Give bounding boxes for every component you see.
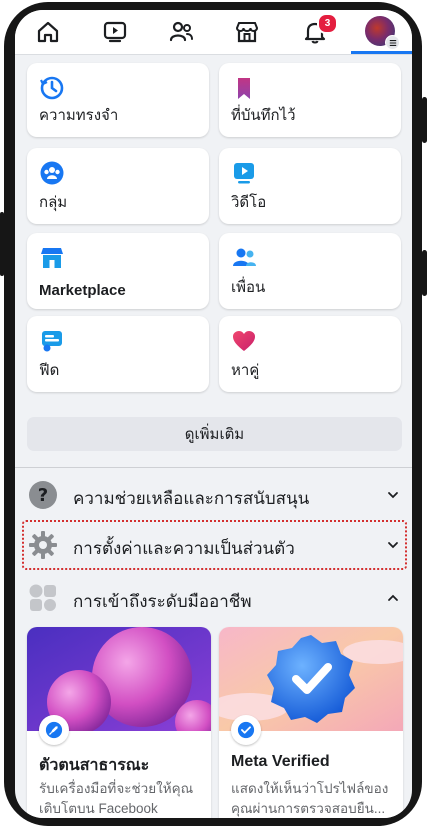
- marketplace-store-icon: [41, 248, 63, 268]
- dating-heart-icon: [233, 331, 255, 351]
- tab-notifications[interactable]: 3: [295, 13, 338, 47]
- tab-menu-profile[interactable]: [365, 16, 400, 50]
- help-question-icon: ?: [29, 481, 57, 509]
- shortcut-feeds[interactable]: ฟีด: [27, 316, 209, 392]
- shortcut-label: ฟีด: [39, 362, 60, 379]
- chevron-down-icon: [388, 492, 398, 499]
- settings-highlight-box: [22, 520, 407, 570]
- marketplace-store-icon: [235, 22, 259, 43]
- verified-badge-icon: [231, 715, 261, 745]
- shortcut-label: ที่บันทึกไว้: [231, 107, 296, 124]
- tab-marketplace[interactable]: [227, 17, 267, 47]
- professional-tiles-icon: [29, 584, 56, 611]
- video-icon: [234, 163, 254, 184]
- chevron-up-icon: [388, 594, 398, 601]
- shortcut-label: ความทรงจำ: [39, 107, 119, 124]
- shortcut-memories[interactable]: ความทรงจำ: [27, 63, 209, 137]
- professional-access-row[interactable]: การเข้าถึงระดับมืออาชีพ: [15, 576, 412, 620]
- shortcut-friends[interactable]: เพื่อน: [219, 233, 401, 309]
- volume-button: [0, 212, 4, 276]
- card-description: รับเครื่องมือที่จะช่วยให้คุณเติบโตบน Fac…: [39, 781, 194, 816]
- shortcut-label: กลุ่ม: [39, 194, 68, 211]
- feeds-icon: [42, 331, 62, 352]
- power-button: [422, 97, 427, 143]
- public-presence-card[interactable]: ตัวตนสาธารณะ รับเครื่องมือที่จะช่วยให้คุ…: [27, 627, 211, 818]
- meta-verified-card[interactable]: Meta Verified แสดงให้เห็นว่าโปรไฟล์ของคุ…: [219, 627, 403, 818]
- tab-friends[interactable]: [161, 17, 201, 47]
- rocket-icon: [39, 715, 69, 745]
- shortcut-label: Marketplace: [39, 282, 126, 299]
- active-tab-indicator: [351, 51, 412, 54]
- tab-video[interactable]: [95, 17, 135, 47]
- shortcut-label: วิดีโอ: [231, 194, 267, 211]
- shortcut-label: หาคู่: [231, 362, 260, 379]
- shortcut-dating[interactable]: หาคู่: [219, 316, 401, 392]
- help-support-row[interactable]: ? ความช่วยเหลือและการสนับสนุน: [15, 473, 412, 517]
- divider: [15, 467, 412, 468]
- friends-icon: [233, 248, 256, 266]
- card-title: ตัวตนสาธารณะ: [39, 757, 150, 774]
- professional-access-label: การเข้าถึงระดับมืออาชีพ: [73, 592, 252, 611]
- card-description: แสดงให้เห็นว่าโปรไฟล์ของคุณผ่านการตรวจสอ…: [231, 781, 389, 816]
- memories-clock-icon: [40, 76, 64, 100]
- top-tab-bar: 3: [15, 10, 412, 55]
- app-screen: 3 ความทรงจำ ที่บันทึกไว้ กลุ่ม วิดีโอ Ma…: [15, 10, 412, 818]
- shortcut-marketplace[interactable]: Marketplace: [27, 233, 209, 309]
- shortcut-groups[interactable]: กลุ่ม: [27, 148, 209, 224]
- shortcut-video[interactable]: วิดีโอ: [219, 148, 401, 224]
- shortcut-saved[interactable]: ที่บันทึกไว้: [219, 63, 401, 137]
- friends-icon: [169, 21, 193, 42]
- menu-icon: [385, 35, 400, 50]
- svg-text:?: ?: [38, 485, 48, 506]
- saved-bookmark-icon: [238, 78, 250, 99]
- tab-home[interactable]: [28, 17, 68, 47]
- help-support-label: ความช่วยเหลือและการสนับสนุน: [73, 489, 310, 508]
- groups-icon: [40, 161, 64, 185]
- card-title: Meta Verified: [231, 753, 330, 770]
- shortcut-label: เพื่อน: [231, 279, 266, 296]
- side-button: [422, 250, 427, 296]
- home-icon: [37, 21, 59, 43]
- see-more-button[interactable]: ดูเพิ่มเติม: [27, 417, 402, 451]
- video-play-icon: [103, 21, 127, 43]
- notification-badge: 3: [317, 13, 338, 34]
